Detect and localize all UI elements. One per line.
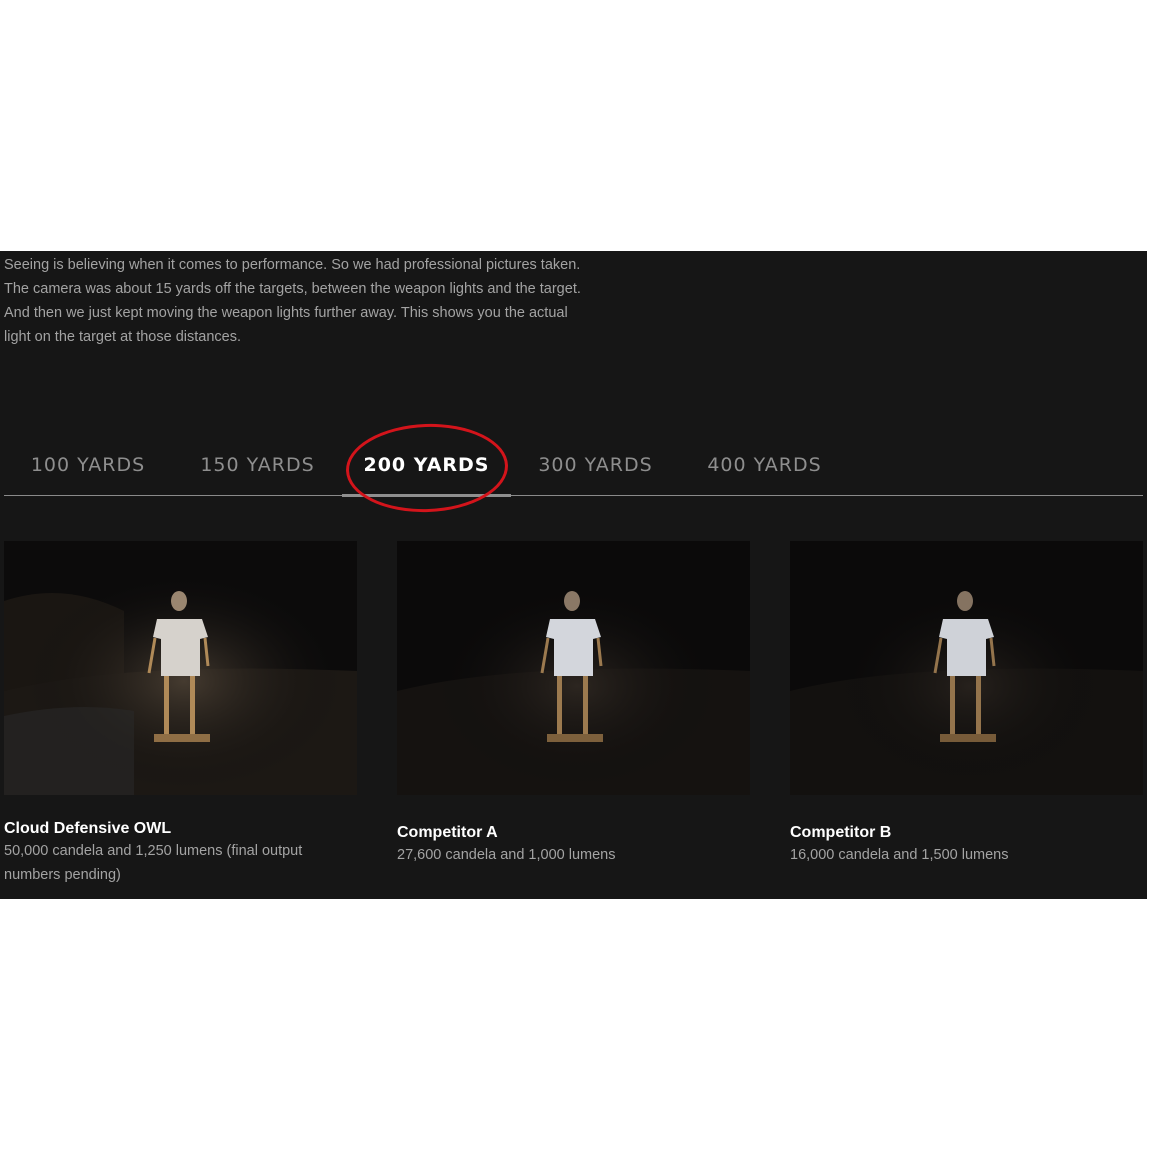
tab-300-yards[interactable]: 300 YARDS — [511, 449, 680, 495]
mannequin-target-image — [4, 541, 357, 795]
mannequin-target-image — [397, 541, 750, 795]
card-title: Competitor A — [397, 824, 498, 841]
card-title: Competitor B — [790, 824, 892, 841]
mannequin-target-image — [790, 541, 1143, 795]
comparison-card-competitor-b: Competitor B 16,000 candela and 1,500 lu… — [790, 541, 1143, 867]
tab-150-yards[interactable]: 150 YARDS — [173, 449, 342, 495]
target-photo-competitor-b[interactable] — [790, 541, 1143, 795]
target-photo-owl[interactable] — [4, 541, 357, 795]
tab-100-yards[interactable]: 100 YARDS — [4, 449, 172, 495]
content-panel: Seeing is believing when it comes to per… — [0, 251, 1147, 899]
tab-400-yards[interactable]: 400 YARDS — [680, 449, 849, 495]
card-description: 16,000 candela and 1,500 lumens — [790, 847, 1009, 863]
highlight-ring-annotation — [344, 421, 510, 515]
card-title: Cloud Defensive OWL — [4, 820, 172, 837]
comparison-card-competitor-a: Competitor A 27,600 candela and 1,000 lu… — [397, 541, 750, 867]
comparison-card-owl: Cloud Defensive OWL 50,000 candela and 1… — [4, 541, 357, 887]
intro-paragraph: Seeing is believing when it comes to per… — [4, 257, 581, 345]
distance-tabs: 100 YARDS 150 YARDS 200 YARDS 300 YARDS … — [4, 449, 1143, 497]
card-description: 27,600 candela and 1,000 lumens — [397, 847, 616, 863]
card-description: 50,000 candela and 1,250 lumens (final o… — [4, 843, 303, 883]
target-photo-competitor-a[interactable] — [397, 541, 750, 795]
